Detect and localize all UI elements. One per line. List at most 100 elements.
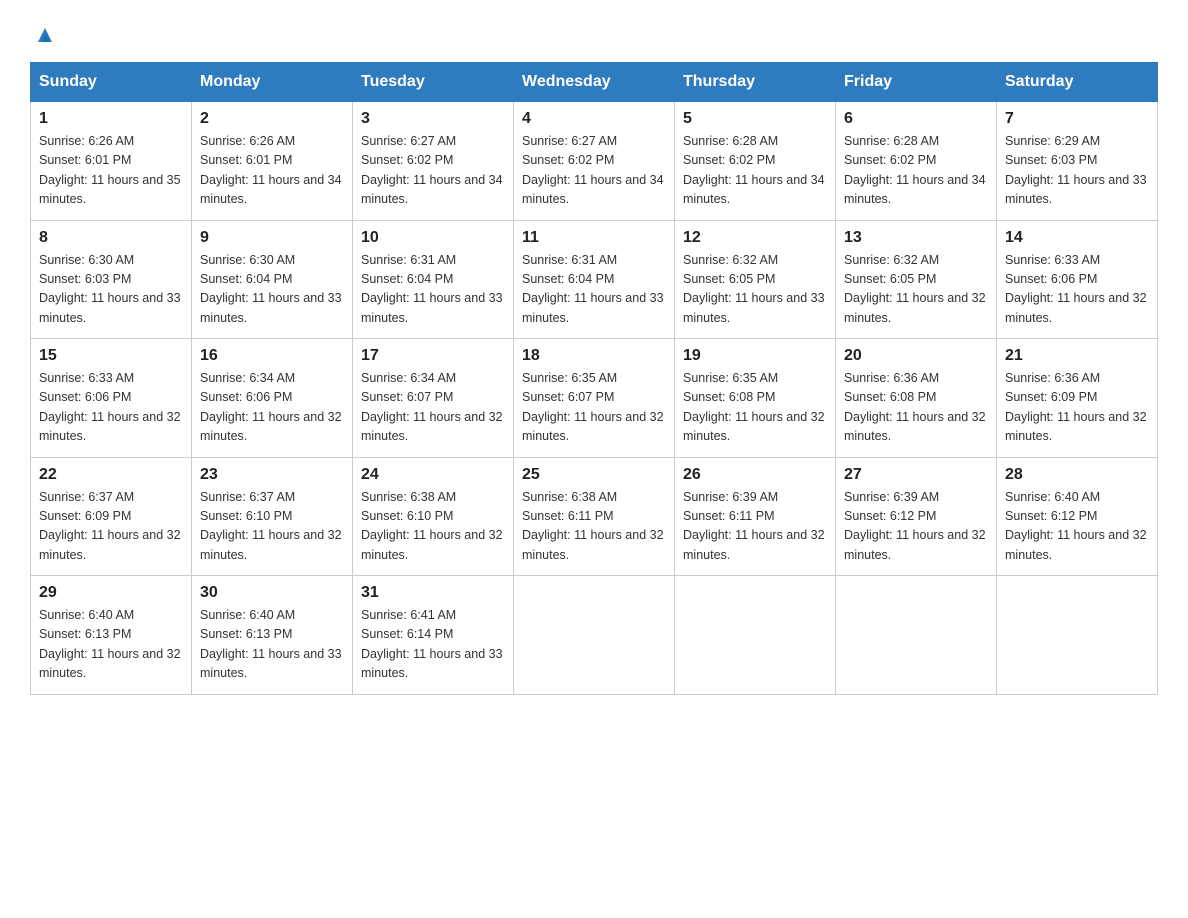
day-number: 31 xyxy=(361,584,505,602)
day-info: Sunrise: 6:39 AMSunset: 6:11 PMDaylight:… xyxy=(683,488,827,566)
calendar-cell: 4 Sunrise: 6:27 AMSunset: 6:02 PMDaylight… xyxy=(514,102,675,221)
day-number: 11 xyxy=(522,229,666,247)
calendar-cell xyxy=(675,576,836,695)
calendar-body: 1 Sunrise: 6:26 AMSunset: 6:01 PMDaylight… xyxy=(31,102,1158,695)
day-number: 7 xyxy=(1005,110,1149,128)
logo-general xyxy=(30,20,56,44)
calendar-cell: 18Sunrise: 6:35 AMSunset: 6:07 PMDayligh… xyxy=(514,339,675,458)
calendar-cell: 15Sunrise: 6:33 AMSunset: 6:06 PMDayligh… xyxy=(31,339,192,458)
calendar-cell xyxy=(836,576,997,695)
day-info: Sunrise: 6:27 AMSunset: 6:02 PMDaylight:… xyxy=(361,132,505,210)
calendar-cell: 11 Sunrise: 6:31 AMSunset: 6:04 PMDayligh… xyxy=(514,220,675,339)
calendar-cell: 7 Sunrise: 6:29 AMSunset: 6:03 PMDaylight… xyxy=(997,102,1158,221)
day-info: Sunrise: 6:31 AMSunset: 6:04 PMDaylight:… xyxy=(522,251,666,329)
day-number: 8 xyxy=(39,229,183,247)
day-info: Sunrise: 6:26 AMSunset: 6:01 PMDaylight:… xyxy=(39,132,183,210)
day-number: 9 xyxy=(200,229,344,247)
day-info: Sunrise: 6:38 AMSunset: 6:10 PMDaylight:… xyxy=(361,488,505,566)
day-number: 17 xyxy=(361,347,505,365)
day-info: Sunrise: 6:37 AMSunset: 6:10 PMDaylight:… xyxy=(200,488,344,566)
calendar-cell: 20 Sunrise: 6:36 AMSunset: 6:08 PMDayligh… xyxy=(836,339,997,458)
day-number: 24 xyxy=(361,466,505,484)
calendar-cell: 26 Sunrise: 6:39 AMSunset: 6:11 PMDayligh… xyxy=(675,457,836,576)
header-cell-friday: Friday xyxy=(836,63,997,102)
day-number: 3 xyxy=(361,110,505,128)
day-number: 13 xyxy=(844,229,988,247)
day-number: 22 xyxy=(39,466,183,484)
day-number: 12 xyxy=(683,229,827,247)
calendar-week-row: 22 Sunrise: 6:37 AMSunset: 6:09 PMDayligh… xyxy=(31,457,1158,576)
header-cell-wednesday: Wednesday xyxy=(514,63,675,102)
day-info: Sunrise: 6:35 AMSunset: 6:07 PMDaylight:… xyxy=(522,369,666,447)
day-number: 23 xyxy=(200,466,344,484)
day-info: Sunrise: 6:38 AMSunset: 6:11 PMDaylight:… xyxy=(522,488,666,566)
day-info: Sunrise: 6:31 AMSunset: 6:04 PMDaylight:… xyxy=(361,251,505,329)
calendar-cell: 29Sunrise: 6:40 AMSunset: 6:13 PMDayligh… xyxy=(31,576,192,695)
day-info: Sunrise: 6:26 AMSunset: 6:01 PMDaylight:… xyxy=(200,132,344,210)
calendar-cell: 17Sunrise: 6:34 AMSunset: 6:07 PMDayligh… xyxy=(353,339,514,458)
day-number: 20 xyxy=(844,347,988,365)
logo xyxy=(30,20,56,44)
day-info: Sunrise: 6:32 AMSunset: 6:05 PMDaylight:… xyxy=(844,251,988,329)
day-info: Sunrise: 6:29 AMSunset: 6:03 PMDaylight:… xyxy=(1005,132,1149,210)
day-number: 30 xyxy=(200,584,344,602)
day-info: Sunrise: 6:37 AMSunset: 6:09 PMDaylight:… xyxy=(39,488,183,566)
calendar-header-row: SundayMondayTuesdayWednesdayThursdayFrid… xyxy=(31,63,1158,102)
calendar-cell: 21Sunrise: 6:36 AMSunset: 6:09 PMDayligh… xyxy=(997,339,1158,458)
day-number: 26 xyxy=(683,466,827,484)
calendar-cell: 30 Sunrise: 6:40 AMSunset: 6:13 PMDayligh… xyxy=(192,576,353,695)
day-number: 5 xyxy=(683,110,827,128)
calendar-cell: 6 Sunrise: 6:28 AMSunset: 6:02 PMDaylight… xyxy=(836,102,997,221)
day-info: Sunrise: 6:28 AMSunset: 6:02 PMDaylight:… xyxy=(844,132,988,210)
header-cell-tuesday: Tuesday xyxy=(353,63,514,102)
page-header xyxy=(30,20,1158,44)
calendar-cell: 3 Sunrise: 6:27 AMSunset: 6:02 PMDaylight… xyxy=(353,102,514,221)
calendar-week-row: 29Sunrise: 6:40 AMSunset: 6:13 PMDayligh… xyxy=(31,576,1158,695)
calendar-cell: 2 Sunrise: 6:26 AMSunset: 6:01 PMDaylight… xyxy=(192,102,353,221)
day-number: 1 xyxy=(39,110,183,128)
day-info: Sunrise: 6:30 AMSunset: 6:03 PMDaylight:… xyxy=(39,251,183,329)
header-cell-sunday: Sunday xyxy=(31,63,192,102)
day-number: 28 xyxy=(1005,466,1149,484)
calendar-table: SundayMondayTuesdayWednesdayThursdayFrid… xyxy=(30,62,1158,695)
calendar-cell: 9 Sunrise: 6:30 AMSunset: 6:04 PMDaylight… xyxy=(192,220,353,339)
calendar-cell: 28 Sunrise: 6:40 AMSunset: 6:12 PMDayligh… xyxy=(997,457,1158,576)
calendar-cell: 13 Sunrise: 6:32 AMSunset: 6:05 PMDayligh… xyxy=(836,220,997,339)
day-info: Sunrise: 6:30 AMSunset: 6:04 PMDaylight:… xyxy=(200,251,344,329)
calendar-cell: 8 Sunrise: 6:30 AMSunset: 6:03 PMDaylight… xyxy=(31,220,192,339)
day-info: Sunrise: 6:40 AMSunset: 6:12 PMDaylight:… xyxy=(1005,488,1149,566)
day-number: 6 xyxy=(844,110,988,128)
calendar-cell: 12 Sunrise: 6:32 AMSunset: 6:05 PMDayligh… xyxy=(675,220,836,339)
calendar-cell: 5 Sunrise: 6:28 AMSunset: 6:02 PMDaylight… xyxy=(675,102,836,221)
day-info: Sunrise: 6:27 AMSunset: 6:02 PMDaylight:… xyxy=(522,132,666,210)
header-cell-thursday: Thursday xyxy=(675,63,836,102)
day-number: 27 xyxy=(844,466,988,484)
day-info: Sunrise: 6:40 AMSunset: 6:13 PMDaylight:… xyxy=(200,606,344,684)
day-info: Sunrise: 6:41 AMSunset: 6:14 PMDaylight:… xyxy=(361,606,505,684)
day-number: 2 xyxy=(200,110,344,128)
day-number: 19 xyxy=(683,347,827,365)
day-info: Sunrise: 6:28 AMSunset: 6:02 PMDaylight:… xyxy=(683,132,827,210)
day-info: Sunrise: 6:40 AMSunset: 6:13 PMDaylight:… xyxy=(39,606,183,684)
calendar-cell: 16Sunrise: 6:34 AMSunset: 6:06 PMDayligh… xyxy=(192,339,353,458)
logo-arrow-icon xyxy=(34,22,56,44)
calendar-cell: 14Sunrise: 6:33 AMSunset: 6:06 PMDayligh… xyxy=(997,220,1158,339)
day-info: Sunrise: 6:36 AMSunset: 6:09 PMDaylight:… xyxy=(1005,369,1149,447)
calendar-cell: 19 Sunrise: 6:35 AMSunset: 6:08 PMDayligh… xyxy=(675,339,836,458)
day-number: 15 xyxy=(39,347,183,365)
day-info: Sunrise: 6:36 AMSunset: 6:08 PMDaylight:… xyxy=(844,369,988,447)
calendar-cell: 25 Sunrise: 6:38 AMSunset: 6:11 PMDayligh… xyxy=(514,457,675,576)
day-info: Sunrise: 6:35 AMSunset: 6:08 PMDaylight:… xyxy=(683,369,827,447)
calendar-cell: 31 Sunrise: 6:41 AMSunset: 6:14 PMDayligh… xyxy=(353,576,514,695)
calendar-cell: 22 Sunrise: 6:37 AMSunset: 6:09 PMDayligh… xyxy=(31,457,192,576)
calendar-cell: 23 Sunrise: 6:37 AMSunset: 6:10 PMDayligh… xyxy=(192,457,353,576)
header-cell-monday: Monday xyxy=(192,63,353,102)
calendar-cell: 27Sunrise: 6:39 AMSunset: 6:12 PMDayligh… xyxy=(836,457,997,576)
day-number: 25 xyxy=(522,466,666,484)
day-number: 4 xyxy=(522,110,666,128)
day-info: Sunrise: 6:32 AMSunset: 6:05 PMDaylight:… xyxy=(683,251,827,329)
calendar-week-row: 8 Sunrise: 6:30 AMSunset: 6:03 PMDaylight… xyxy=(31,220,1158,339)
calendar-cell xyxy=(997,576,1158,695)
day-info: Sunrise: 6:33 AMSunset: 6:06 PMDaylight:… xyxy=(1005,251,1149,329)
day-number: 16 xyxy=(200,347,344,365)
